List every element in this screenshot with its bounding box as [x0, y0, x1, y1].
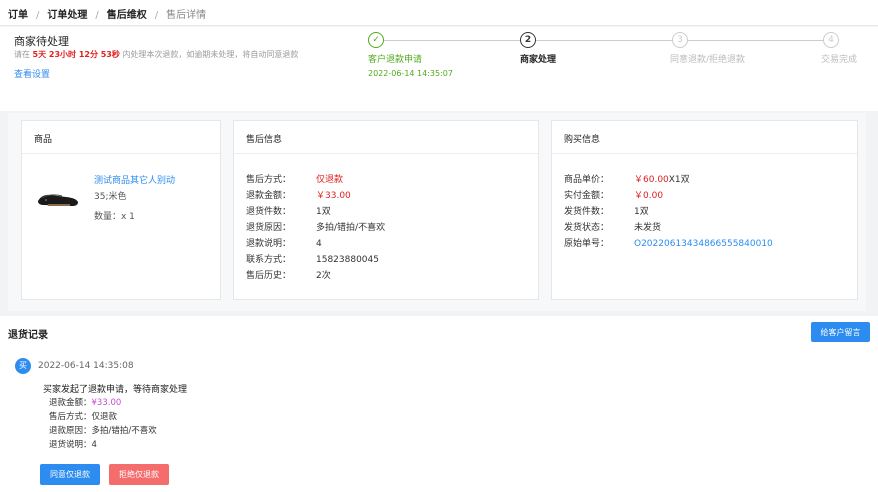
record-value: 仅退款 [91, 412, 118, 422]
purchase-info-card: 购买信息 商品单价： ￥60.00 X1双 实付金额： ￥0.00 发货件数： 1双 发… [551, 120, 858, 300]
step-connector [377, 40, 521, 41]
breadcrumb-current: 售后详情 [166, 10, 207, 21]
purchase-row: 发货状态： 未发货 [564, 220, 845, 236]
row-key: 退款金额： [246, 191, 292, 201]
status-title: 商家待处理 [14, 35, 69, 48]
row-key: 售后历史： [246, 271, 292, 281]
card-title: 商品 [22, 121, 220, 154]
row-key: 发货件数： [564, 207, 610, 217]
agree-refund-button[interactable]: 同意仅退款 [40, 464, 100, 485]
countdown-prefix: 请在 [14, 50, 30, 59]
purchase-row: 商品单价： ￥60.00 X1双 [564, 172, 845, 188]
buyer-avatar: 买 [15, 358, 31, 374]
record-value: 4 [91, 440, 97, 450]
step-label: 商家处理 [520, 55, 557, 65]
step-number: 3 [672, 32, 688, 48]
record-line: 退货说明：4 [49, 438, 157, 452]
aftersale-row: 售后历史： 2次 [246, 268, 526, 284]
step-label: 交易完成 [821, 55, 858, 65]
breadcrumb-orders[interactable]: 订单 [8, 10, 28, 21]
info-cards: 商品 测试商品其它人别动 35;米色 数量：x 1 售后信息 售后方式： 仅退款 … [8, 113, 866, 311]
step-date: 2022-06-14 14:35:07 [368, 69, 453, 78]
leave-message-button[interactable]: 给客户留言 [811, 322, 870, 342]
return-records: 退货记录 给客户留言 买 2022-06-14 14:35:08 买家发起了退款… [0, 316, 878, 492]
record-value: ¥33.00 [91, 398, 122, 408]
row-value: 多拍/错拍/不喜欢 [316, 223, 386, 233]
step-label: 客户退款申请 [368, 55, 423, 65]
record-heading: 买家发起了退款申请，等待商家处理 [43, 385, 188, 395]
aftersale-row: 退款说明： 4 [246, 236, 526, 252]
row-value: 未发货 [634, 223, 662, 233]
record-key: 售后方式： [49, 412, 92, 422]
product-qty: 数量：x 1 [94, 212, 135, 222]
breadcrumb: 订单 / 订单处理 / 售后维权 / 售后详情 [0, 0, 878, 26]
status-panel: 商家待处理 请在 5天 23小时 12分 53秒 内处理本次退款，如逾期未处理，… [0, 27, 878, 111]
shoe-icon[interactable] [36, 181, 80, 211]
aftersale-row: 售后方式： 仅退款 [246, 172, 526, 188]
breadcrumb-separator: / [95, 10, 99, 21]
row-key: 售后方式： [246, 175, 292, 185]
breadcrumb-order-processing[interactable]: 订单处理 [47, 10, 87, 21]
product-card: 商品 测试商品其它人别动 35;米色 数量：x 1 [21, 120, 221, 300]
row-value: ￥0.00 [634, 191, 664, 201]
aftersale-info-card: 售后信息 售后方式： 仅退款 退款金额： ￥33.00 退货件数： 1双 退货原因： 多… [233, 120, 539, 300]
countdown-time: 5天 23小时 12分 53秒 [32, 50, 120, 59]
record-key: 退货说明： [49, 440, 92, 450]
row-value: 2次 [316, 271, 331, 281]
card-title: 售后信息 [234, 121, 538, 154]
breadcrumb-aftersale-rights[interactable]: 售后维权 [107, 10, 147, 21]
row-key: 实付金额： [564, 191, 610, 201]
record-key: 退款原因： [49, 426, 92, 436]
row-value: 1双 [316, 207, 331, 217]
step-connector [681, 40, 825, 41]
row-value: 4 [316, 239, 322, 249]
view-settings-link[interactable]: 查看设置 [14, 67, 50, 80]
purchase-row: 实付金额： ￥0.00 [564, 188, 845, 204]
countdown-suffix: 内处理本次退款，如逾期未处理，将自动同意退款 [122, 50, 299, 59]
original-order-link[interactable]: O202206134348665558400​10 [634, 236, 773, 252]
record-line: 退款原因：多拍/错拍/不喜欢 [49, 424, 157, 438]
step-check-icon: ✓ [368, 32, 384, 48]
card-title: 购买信息 [552, 121, 857, 154]
product-name-link[interactable]: 测试商品其它人别动 [94, 173, 175, 186]
breadcrumb-separator: / [36, 10, 40, 21]
aftersale-row: 退款金额： ￥33.00 [246, 188, 526, 204]
records-title: 退货记录 [8, 330, 48, 341]
breadcrumb-separator: / [154, 10, 159, 21]
row-value: 15823880045 [316, 255, 379, 265]
row-key: 商品单价： [564, 175, 610, 185]
step-label: 同意退款/拒绝退款 [670, 55, 746, 65]
row-value: 仅退款 [316, 175, 344, 185]
row-value: 1双 [634, 207, 649, 217]
record-line: 退款金额：¥33.00 [49, 396, 157, 410]
record-value: 多拍/错拍/不喜欢 [91, 426, 157, 436]
record-line: 售后方式：仅退款 [49, 410, 157, 424]
record-time: 2022-06-14 14:35:08 [38, 361, 134, 371]
step-number: 4 [823, 32, 839, 48]
row-key: 退款说明： [246, 239, 292, 249]
countdown-text: 请在 5天 23小时 12分 53秒 内处理本次退款，如逾期未处理，将自动同意退… [14, 49, 298, 60]
step-connector [529, 40, 673, 41]
row-key: 退货件数： [246, 207, 292, 217]
reject-refund-button[interactable]: 拒绝仅退款 [109, 464, 169, 485]
row-key: 原始单号： [564, 239, 610, 249]
aftersale-row: 联系方式： 15823880045 [246, 252, 526, 268]
aftersale-row: 退货原因： 多拍/错拍/不喜欢 [246, 220, 526, 236]
aftersale-row: 退货件数： 1双 [246, 204, 526, 220]
row-key: 联系方式： [246, 255, 292, 265]
aftersale-rows: 售后方式： 仅退款 退款金额： ￥33.00 退货件数： 1双 退货原因： 多拍/错拍/… [234, 154, 538, 292]
product-spec: 35;米色 [94, 192, 127, 202]
row-value: ￥33.00 [316, 191, 351, 201]
purchase-rows: 商品单价： ￥60.00 X1双 实付金额： ￥0.00 发货件数： 1双 发货状态： 未… [552, 154, 857, 260]
record-lines: 退款金额：¥33.00 售后方式：仅退款 退款原因：多拍/错拍/不喜欢 退货说明… [49, 396, 157, 452]
purchase-row: 原始单号： O202206134348665558400​10 [564, 236, 845, 252]
row-key: 发货状态： [564, 223, 610, 233]
purchase-row: 发货件数： 1双 [564, 204, 845, 220]
row-value: ￥60.00 [634, 175, 669, 185]
record-key: 退款金额： [49, 398, 92, 408]
step-number: 2 [520, 32, 536, 48]
row-key: 退货原因： [246, 223, 292, 233]
row-value-suffix: X1双 [668, 175, 690, 185]
